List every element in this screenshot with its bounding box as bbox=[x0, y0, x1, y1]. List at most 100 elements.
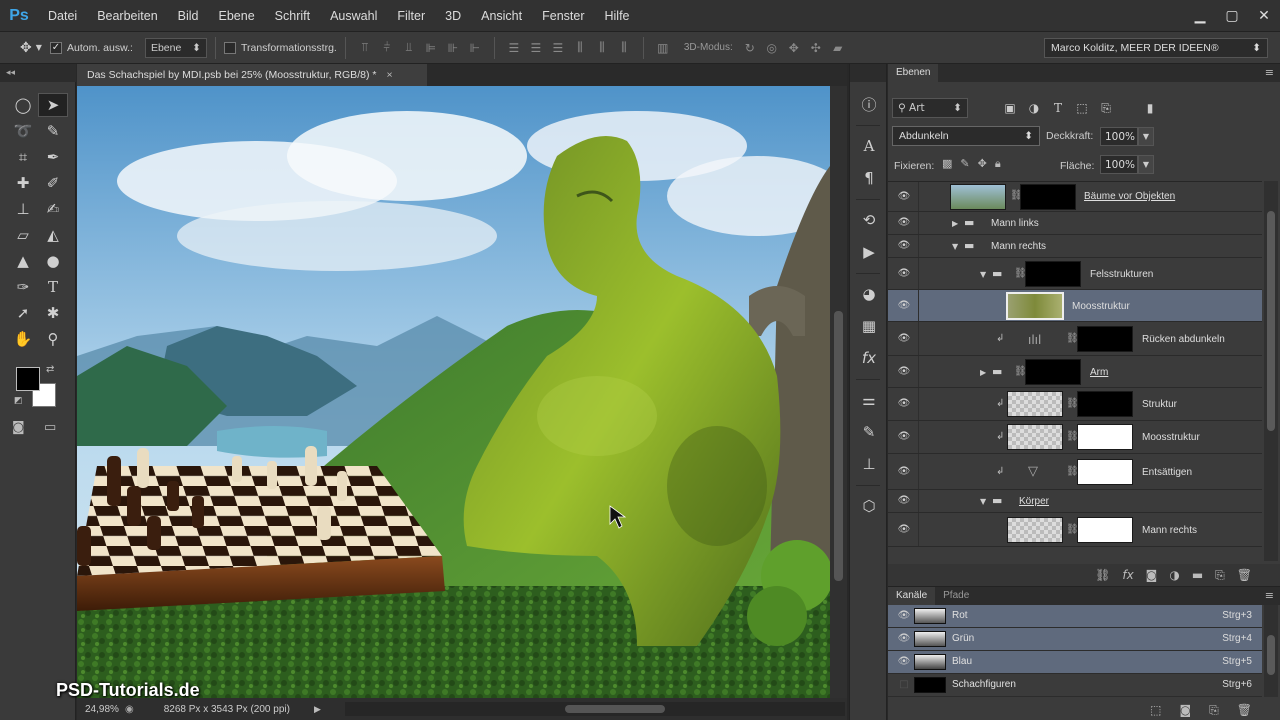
scrollbar-thumb[interactable] bbox=[565, 705, 665, 713]
brush-presets-icon[interactable]: ✎ bbox=[850, 416, 888, 448]
swatches-icon[interactable]: ▦ bbox=[850, 310, 888, 342]
swap-colors-icon[interactable]: ⇄ bbox=[46, 364, 54, 375]
history-brush-icon[interactable]: ✍ bbox=[38, 197, 68, 221]
clone-source-icon[interactable]: ⊥ bbox=[850, 448, 888, 480]
quick-mask-icon[interactable]: ◙ bbox=[12, 420, 25, 435]
channels-scrollbar[interactable] bbox=[1264, 605, 1278, 697]
visibility-eye-icon[interactable]: 👁︎ bbox=[896, 333, 912, 344]
maximize-button[interactable]: ▢ bbox=[1216, 0, 1248, 32]
lock-position-icon[interactable]: ✥ bbox=[978, 157, 987, 171]
lock-transparent-icon[interactable]: ▩ bbox=[942, 157, 952, 171]
visibility-eye-icon[interactable]: 👁︎ bbox=[896, 466, 912, 477]
default-colors-icon[interactable]: ◩ bbox=[14, 396, 23, 406]
layer-mask-thumbnail[interactable] bbox=[1025, 261, 1081, 287]
menu-bearbeiten[interactable]: Bearbeiten bbox=[87, 0, 167, 32]
visibility-eye-icon[interactable]: 👁︎ bbox=[896, 191, 912, 202]
layer-group-row[interactable]: 👁︎ ▼ ▬ ⛓︎ Felsstrukturen bbox=[888, 258, 1262, 290]
scrollbar-thumb[interactable] bbox=[834, 311, 843, 581]
3d-pan-icon[interactable]: ✥ bbox=[783, 38, 805, 58]
visibility-eye-icon[interactable]: 👁︎ bbox=[896, 268, 912, 279]
menu-filter[interactable]: Filter bbox=[387, 0, 435, 32]
filter-smart-object-icon[interactable]: ⎘ bbox=[1094, 101, 1118, 116]
move-tool-icon[interactable]: ➤ bbox=[38, 93, 68, 117]
filter-type-icon[interactable]: T bbox=[1046, 101, 1070, 115]
history-icon[interactable]: ⟲ bbox=[850, 204, 888, 236]
distribute-vcenter-icon[interactable]: ☰ bbox=[525, 38, 547, 58]
zoom-icon[interactable]: ⚲ bbox=[38, 327, 68, 351]
panel-menu-icon[interactable]: ≡ bbox=[1265, 589, 1274, 602]
collapse-caret-icon[interactable]: ▼ bbox=[980, 270, 986, 279]
align-right-icon[interactable]: ⊩ bbox=[464, 38, 486, 58]
lock-image-icon[interactable]: ✎ bbox=[960, 157, 969, 171]
scrollbar-thumb[interactable] bbox=[1267, 211, 1275, 431]
menu-fenster[interactable]: Fenster bbox=[532, 0, 594, 32]
zoom-level[interactable]: 24,98% bbox=[77, 704, 125, 715]
align-top-icon[interactable]: ⫪ bbox=[354, 38, 376, 58]
align-left-icon[interactable]: ⊫ bbox=[420, 38, 442, 58]
align-vcenter-icon[interactable]: ⫩ bbox=[376, 38, 398, 58]
hand-icon[interactable]: ✋ bbox=[8, 327, 38, 351]
quick-selection-icon[interactable]: ✎ bbox=[38, 119, 68, 143]
distribute-hcenter-icon[interactable]: ⫼ bbox=[591, 38, 613, 58]
distribute-right-icon[interactable]: ⫼ bbox=[613, 38, 635, 58]
layer-group-row[interactable]: 👁︎ ▼ ▬ Mann rechts bbox=[888, 235, 1262, 258]
visibility-eye-icon[interactable]: 👁︎ bbox=[896, 610, 912, 621]
layer-row[interactable]: 👁︎ ↲ ⛓︎ Struktur bbox=[888, 388, 1262, 421]
workspace-dropdown[interactable]: Marco Kolditz, MEER DER IDEEN® ⬍ bbox=[1044, 38, 1268, 58]
lasso-icon[interactable]: ➰ bbox=[8, 119, 38, 143]
filter-adjustment-icon[interactable]: ◑ bbox=[1022, 101, 1046, 115]
blur-icon[interactable]: ▲ bbox=[8, 249, 38, 273]
tab-paths[interactable]: Pfade bbox=[935, 587, 977, 605]
path-selection-icon[interactable]: ➚ bbox=[8, 301, 38, 325]
color-icon[interactable]: ◕ bbox=[850, 278, 888, 310]
foreground-color-swatch[interactable] bbox=[16, 367, 40, 391]
visibility-eye-icon[interactable]: 👁︎ bbox=[896, 240, 912, 251]
canvas-vertical-scrollbar[interactable] bbox=[830, 86, 847, 698]
layer-mask-thumbnail[interactable] bbox=[1020, 184, 1076, 210]
visibility-eye-icon[interactable]: 👁︎ bbox=[896, 217, 912, 228]
document-canvas[interactable] bbox=[77, 86, 830, 698]
canvas-horizontal-scrollbar[interactable] bbox=[345, 702, 845, 716]
auto-select-checkbox[interactable]: ✓ bbox=[50, 41, 62, 54]
visibility-eye-icon[interactable]: 👁︎ bbox=[896, 495, 912, 506]
character-icon[interactable]: A bbox=[850, 130, 888, 162]
close-tab-icon[interactable]: × bbox=[386, 69, 392, 81]
tab-layers[interactable]: Ebenen bbox=[888, 64, 939, 82]
3d-slide-icon[interactable]: ✣ bbox=[805, 38, 827, 58]
layer-mask-thumbnail[interactable] bbox=[1025, 359, 1081, 385]
add-mask-icon[interactable]: ◙ bbox=[1146, 568, 1158, 582]
channel-row[interactable]: 👁︎ Blau Strg+5 bbox=[888, 651, 1262, 674]
brush-icon[interactable]: ✐ bbox=[38, 171, 68, 195]
fill-slider-arrow[interactable]: ▼ bbox=[1138, 155, 1154, 174]
filter-pixel-icon[interactable]: ▣ bbox=[998, 101, 1022, 115]
custom-shape-icon[interactable]: ✱ bbox=[38, 301, 68, 325]
delete-layer-icon[interactable]: 🗑︎ bbox=[1237, 568, 1252, 582]
visibility-eye-icon[interactable]: 👁︎ bbox=[896, 300, 912, 311]
opacity-input[interactable]: 100% bbox=[1100, 127, 1138, 146]
tab-channels[interactable]: Kanäle bbox=[888, 587, 936, 605]
transform-controls-checkbox[interactable] bbox=[223, 41, 236, 54]
filter-toggle-icon[interactable]: ▮ bbox=[1138, 101, 1162, 115]
elliptical-marquee-icon[interactable]: ◯ bbox=[8, 93, 38, 117]
opacity-slider-arrow[interactable]: ▼ bbox=[1138, 127, 1154, 146]
align-bottom-icon[interactable]: ⫫ bbox=[398, 38, 420, 58]
visibility-eye-icon[interactable]: 👁︎ bbox=[896, 366, 912, 377]
lock-all-icon[interactable]: 🔒︎ bbox=[995, 157, 1001, 171]
status-settings-icon[interactable]: ◉ bbox=[125, 704, 134, 715]
filter-shape-icon[interactable]: ⬚ bbox=[1070, 101, 1094, 115]
distribute-bottom-icon[interactable]: ☰ bbox=[547, 38, 569, 58]
load-selection-icon[interactable]: ⬚ bbox=[1150, 703, 1161, 717]
menu-3d[interactable]: 3D bbox=[435, 0, 471, 32]
panel-menu-icon[interactable]: ≡ bbox=[1265, 66, 1274, 79]
layers-scrollbar[interactable] bbox=[1264, 181, 1278, 561]
layer-kind-filter[interactable]: ⚲ Art ⬍ bbox=[892, 98, 968, 118]
layer-mask-thumbnail[interactable] bbox=[1077, 391, 1133, 417]
close-button[interactable]: ✕ bbox=[1248, 0, 1280, 32]
auto-align-icon[interactable]: ▥ bbox=[652, 38, 674, 58]
new-group-icon[interactable]: ▬ bbox=[1192, 568, 1203, 582]
menu-ebene[interactable]: Ebene bbox=[209, 0, 265, 32]
layer-group-row[interactable]: 👁︎ ▶ ▬ Mann links bbox=[888, 212, 1262, 235]
styles-icon[interactable]: fx bbox=[850, 342, 888, 374]
save-selection-icon[interactable]: ◙ bbox=[1180, 703, 1192, 717]
layer-mask-thumbnail[interactable] bbox=[1077, 326, 1133, 352]
